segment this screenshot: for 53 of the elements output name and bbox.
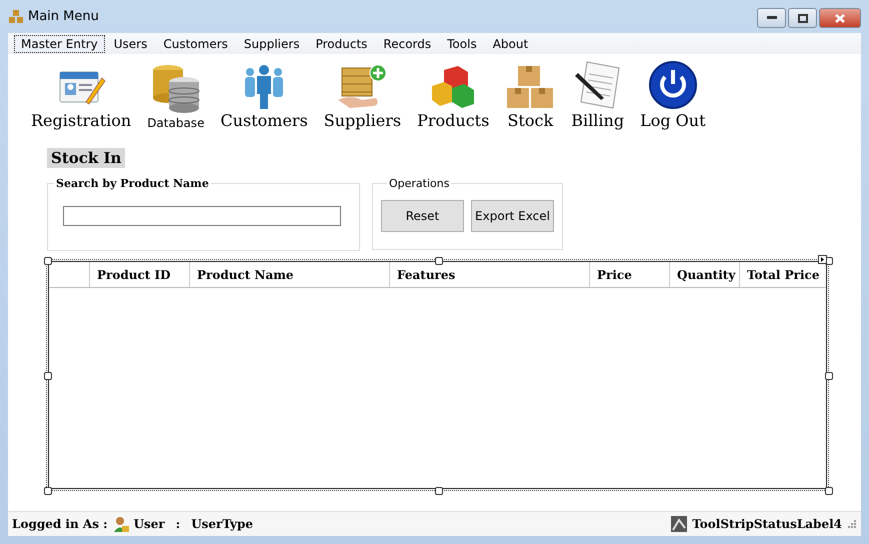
action-button[interactable]: Export Excel bbox=[471, 200, 554, 232]
column-header[interactable]: Product Name bbox=[189, 262, 389, 287]
menu-item[interactable]: Customers bbox=[156, 34, 235, 52]
status-text: Logged in As : bbox=[12, 517, 108, 531]
group-title: Operations bbox=[388, 177, 450, 190]
menu-item[interactable]: Users bbox=[106, 34, 154, 52]
toolbar-button[interactable]: Customers bbox=[220, 112, 308, 130]
menu-item[interactable]: Suppliers bbox=[236, 34, 307, 52]
group-title: Search by Product Name bbox=[55, 177, 210, 190]
search-field[interactable] bbox=[63, 206, 341, 226]
toolbar-button[interactable]: Billing bbox=[571, 112, 624, 130]
column-header[interactable]: Product ID bbox=[89, 262, 189, 287]
resize-grip-icon[interactable] bbox=[847, 519, 857, 529]
resize-handle[interactable] bbox=[434, 487, 442, 495]
smart-tag-icon[interactable] bbox=[818, 255, 827, 264]
menu-item[interactable]: Tools bbox=[440, 34, 484, 52]
close-icon bbox=[835, 14, 845, 22]
toolbar-button[interactable]: Registration bbox=[31, 112, 132, 130]
toolbar-button[interactable]: Products bbox=[417, 112, 490, 130]
boxes-icon bbox=[505, 64, 556, 110]
toolbar-button[interactable]: Database bbox=[147, 116, 204, 130]
window-title: Main Menu bbox=[28, 9, 99, 24]
box-hand-icon bbox=[336, 64, 388, 110]
resize-handle[interactable] bbox=[44, 257, 52, 265]
minimize-button[interactable] bbox=[757, 8, 786, 28]
user-name: User bbox=[134, 517, 165, 531]
menu-item[interactable]: Records bbox=[376, 34, 438, 52]
user-icon bbox=[112, 516, 129, 532]
action-button[interactable]: Reset bbox=[381, 200, 464, 232]
menu-item[interactable]: Master Entry bbox=[14, 34, 105, 52]
resize-handle[interactable] bbox=[44, 487, 52, 495]
power-icon bbox=[648, 60, 698, 110]
resize-handle[interactable] bbox=[434, 257, 442, 265]
column-header[interactable]: Quantity bbox=[669, 262, 739, 287]
resize-handle[interactable] bbox=[44, 372, 52, 380]
maximize-button[interactable] bbox=[788, 8, 817, 28]
column-header[interactable]: Price bbox=[589, 262, 669, 287]
close-button[interactable] bbox=[819, 8, 861, 28]
boxes-icon bbox=[8, 10, 24, 24]
toolbar-button[interactable]: Log Out bbox=[640, 112, 706, 130]
toolbar-button[interactable]: Suppliers bbox=[324, 112, 402, 130]
section-title: Stock In bbox=[47, 148, 126, 168]
separator-text: : bbox=[176, 517, 180, 531]
user-type: UserType bbox=[191, 517, 253, 531]
resize-handle[interactable] bbox=[825, 372, 833, 380]
resize-handle[interactable] bbox=[825, 487, 833, 495]
image-icon bbox=[671, 516, 688, 532]
menu-item[interactable]: Products bbox=[308, 34, 374, 52]
menu-item[interactable]: About bbox=[486, 34, 536, 52]
maximize-icon bbox=[798, 14, 808, 22]
toolbar-button[interactable]: Stock bbox=[507, 112, 554, 130]
minimize-icon bbox=[766, 16, 776, 20]
status-text: ToolStripStatusLabel4 bbox=[692, 517, 842, 531]
